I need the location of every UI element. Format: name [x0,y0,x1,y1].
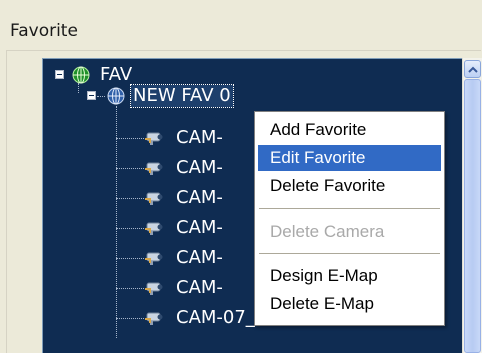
tree-node-label: NEW FAV 0 [130,84,234,108]
context-menu: Add Favorite Edit Favorite Delete Favori… [254,111,445,326]
camera-item[interactable]: CAM- [144,215,225,241]
camera-item[interactable]: CAM- [144,125,225,151]
camera-item[interactable]: CAM- [144,185,225,211]
camera-icon [145,132,163,145]
camera-icon [145,252,163,265]
camera-label: CAM- [176,247,223,268]
camera-label: CAM- [176,187,223,208]
camera-icon [145,282,163,295]
camera-item[interactable]: CAM- [144,245,225,271]
camera-icon [145,162,163,175]
tree-line [97,96,105,97]
collapse-group-toggle[interactable] [87,91,96,100]
menu-item-edit-favorite[interactable]: Edit Favorite [258,145,441,171]
globe-icon [72,66,90,84]
tree-line [116,138,144,139]
panel-title: Favorite [10,21,78,41]
tree-line [116,318,144,319]
camera-item[interactable]: CAM- [144,275,225,301]
camera-label: CAM- [176,217,223,238]
camera-icon [145,192,163,205]
vertical-scrollbar[interactable] [462,58,482,353]
camera-label: CAM- [176,127,223,148]
camera-icon [145,222,163,235]
menu-item-design-emap[interactable]: Design E-Map [258,263,441,289]
tree-line [116,198,144,199]
tree-line [116,288,144,289]
tree-line [116,106,117,338]
tree-line [116,168,144,169]
menu-item-delete-favorite[interactable]: Delete Favorite [258,173,441,199]
scroll-thumb[interactable] [464,79,481,353]
globe-icon [107,87,125,105]
menu-item-delete-camera: Delete Camera [270,222,385,241]
scroll-up-button[interactable] [464,60,481,78]
camera-item[interactable]: CAM- [144,155,225,181]
menu-separator [259,208,440,209]
menu-item-add-favorite[interactable]: Add Favorite [258,117,441,143]
camera-label: CAM- [176,277,223,298]
chevron-up-icon [467,66,478,73]
tree-node-group[interactable]: NEW FAV 0 [107,83,234,109]
tree-line [116,258,144,259]
menu-item-delete-emap[interactable]: Delete E-Map [258,291,441,317]
collapse-root-toggle[interactable] [55,70,64,79]
tree-line [116,228,144,229]
camera-icon [145,312,163,325]
menu-separator [259,253,440,254]
camera-label: CAM- [176,157,223,178]
